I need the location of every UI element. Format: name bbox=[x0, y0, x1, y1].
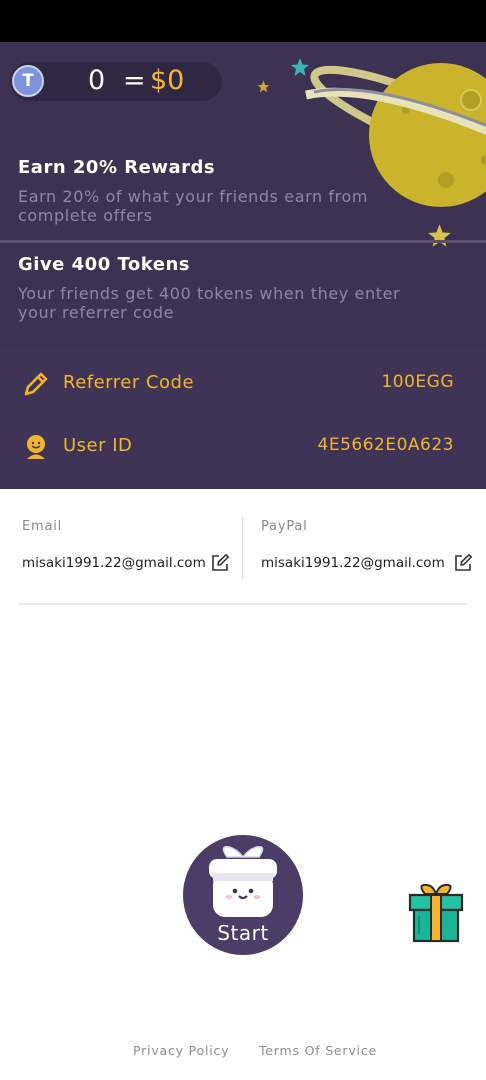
reward-desc-give: Your friends get 400 tokens when they en… bbox=[18, 284, 401, 322]
gift-box-mascot-icon bbox=[209, 845, 277, 917]
star-icon bbox=[428, 224, 451, 247]
referral-hero: T 0 = $0 Earn 20% Rewards Earn 20% of wh… bbox=[0, 42, 486, 347]
user-id-row[interactable]: User ID 4E5662E0A623 bbox=[0, 427, 486, 467]
privacy-policy-link[interactable]: Privacy Policy bbox=[133, 1043, 229, 1058]
edit-icon[interactable] bbox=[453, 553, 473, 573]
referrer-code-label: Referrer Code bbox=[63, 372, 195, 393]
divider bbox=[0, 240, 486, 243]
token-balance: 0 bbox=[88, 65, 106, 96]
user-id-label: User ID bbox=[63, 435, 133, 456]
star-icon bbox=[291, 58, 309, 76]
referrer-code-value: 100EGG bbox=[381, 372, 454, 392]
divider bbox=[18, 603, 468, 605]
pencil-icon bbox=[24, 372, 48, 396]
start-button[interactable]: Start bbox=[183, 835, 303, 955]
reward-title-earn: Earn 20% Rewards bbox=[18, 157, 216, 178]
payment-section: Email misaki1991.22@gmail.com PayPal mis… bbox=[0, 489, 486, 609]
user-id-value: 4E5662E0A623 bbox=[317, 435, 454, 455]
gift-box-icon[interactable] bbox=[407, 882, 465, 944]
token-coin-icon: T bbox=[12, 65, 44, 97]
start-label: Start bbox=[217, 921, 269, 945]
reward-title-give: Give 400 Tokens bbox=[18, 254, 190, 275]
email-field[interactable]: Email misaki1991.22@gmail.com bbox=[0, 489, 242, 589]
equals-sign: = bbox=[123, 65, 146, 96]
referrer-code-row[interactable]: Referrer Code 100EGG bbox=[0, 364, 486, 404]
email-value: misaki1991.22@gmail.com bbox=[22, 555, 206, 571]
star-icon bbox=[257, 80, 270, 93]
edit-icon[interactable] bbox=[210, 553, 230, 573]
status-bar bbox=[0, 0, 486, 42]
user-smile-icon bbox=[27, 435, 45, 459]
paypal-field[interactable]: PayPal misaki1991.22@gmail.com bbox=[243, 489, 486, 589]
paypal-label: PayPal bbox=[261, 519, 308, 534]
balance-pill[interactable]: T 0 = $0 bbox=[10, 62, 222, 101]
reward-desc-earn: Earn 20% of what your friends earn from … bbox=[18, 187, 369, 225]
email-label: Email bbox=[22, 519, 63, 534]
account-info: Referrer Code 100EGG User ID 4E5662E0A62… bbox=[0, 347, 486, 489]
usd-balance: $0 bbox=[150, 65, 185, 96]
terms-of-service-link[interactable]: Terms Of Service bbox=[259, 1043, 377, 1058]
paypal-value: misaki1991.22@gmail.com bbox=[261, 555, 445, 571]
